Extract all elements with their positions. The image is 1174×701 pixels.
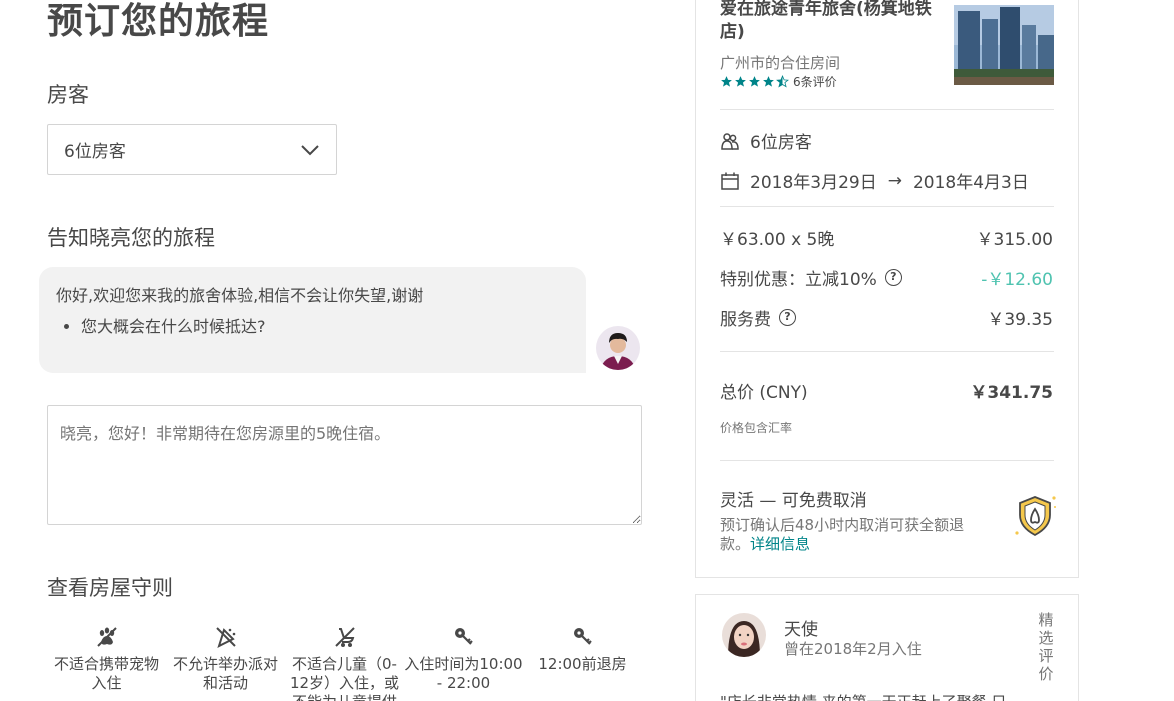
shield-icon <box>1015 496 1056 537</box>
total-label: 总价 (CNY) <box>720 383 808 403</box>
summary-dates: 2018年3月29日 → 2018年4月3日 <box>720 168 1029 193</box>
no-pets-icon <box>96 627 117 647</box>
service-fee-label: 服务费 <box>720 310 771 330</box>
star-icon <box>735 76 746 87</box>
listing-type: 广州市的合住房间 <box>720 54 841 72</box>
rule-label: 12:00前退房 <box>538 655 627 673</box>
divider <box>720 109 1054 110</box>
review-text: "店长非常热情,来的第一天正赶上了聚餐,只 <box>720 691 1054 701</box>
no-parties-icon <box>215 627 236 648</box>
half-star-icon <box>776 75 789 88</box>
listing-rating: 6条评价 <box>720 73 837 90</box>
discount-value: -￥12.60 <box>981 270 1053 290</box>
service-fee-row: 服务费 ? <box>720 305 796 330</box>
host-question: 您大概会在什么时候抵达? <box>81 316 569 338</box>
cancellation-title: 灵活 — 可免费取消 <box>720 491 867 511</box>
rule-no-parties: 不允许举办派对和活动 <box>166 625 285 693</box>
listing-name[interactable]: 爱在旅途青年旅舍(杨箕地铁店) <box>720 0 942 44</box>
discount-label: 特别优惠：立减10% <box>720 270 877 290</box>
summary-guests-text: 6位房客 <box>750 133 812 153</box>
rule-label: 不适合携带宠物入住 <box>53 655 159 692</box>
guest-count-select[interactable]: 6位房客 <box>47 124 337 175</box>
cancellation-details-link[interactable]: 详细信息 <box>750 535 810 553</box>
host-message-bubble: 你好,欢迎您来我的旅舍体验,相信不会让你失望,谢谢 您大概会在什么时候抵达? <box>39 267 586 373</box>
checkin-date: 2018年3月29日 <box>750 173 877 193</box>
star-icon <box>749 76 760 87</box>
help-icon[interactable]: ? <box>884 269 902 286</box>
host-question-list: 您大概会在什么时候抵达? <box>56 316 569 338</box>
trip-heading: 告知晓亮您的旅程 <box>47 226 215 250</box>
star-icon <box>721 76 732 87</box>
featured-review-tag: 精选评价 <box>1038 611 1054 683</box>
checkout-date: 2018年4月3日 <box>912 173 1029 193</box>
service-fee-value: ￥39.35 <box>987 310 1053 330</box>
star-icon <box>763 76 774 87</box>
reviewer-name: 天使 <box>784 620 818 640</box>
divider <box>720 351 1054 352</box>
calendar-icon <box>721 172 739 190</box>
rule-label: 不允许举办派对和活动 <box>172 655 278 692</box>
cancellation-description: 预订确认后48小时内取消可获全额退款。详细信息 <box>720 516 984 554</box>
summary-guests: 6位房客 <box>720 128 812 153</box>
guests-icon <box>721 132 739 150</box>
rule-label: 不适合儿童（0-12岁）入住，或不能为儿童提供 <box>289 655 400 701</box>
nightly-rate-value: ￥315.00 <box>976 230 1053 250</box>
divider <box>720 206 1054 207</box>
reviewer-avatar[interactable] <box>722 613 766 657</box>
arrow-right-icon: → <box>887 170 902 191</box>
rule-label: 入住时间为10:00 - 22:00 <box>404 655 523 692</box>
listing-photo <box>954 5 1054 85</box>
host-avatar[interactable] <box>596 326 640 370</box>
rule-checkout-time: 12:00前退房 <box>523 625 642 674</box>
key-icon <box>454 628 473 645</box>
page-title: 预订您的旅程 <box>47 1 270 42</box>
no-children-icon <box>334 627 355 647</box>
review-count[interactable]: 6条评价 <box>793 73 837 90</box>
guest-count-value: 6位房客 <box>64 142 126 162</box>
total-value: ￥341.75 <box>970 383 1053 403</box>
guests-heading: 房客 <box>47 83 89 107</box>
divider <box>720 460 1054 461</box>
house-rules-heading: 查看房屋守则 <box>47 576 173 600</box>
rule-no-pets: 不适合携带宠物入住 <box>47 625 166 693</box>
review-stay-date: 曾在2018年2月入住 <box>784 640 922 658</box>
price-note: 价格包含汇率 <box>720 421 793 435</box>
key-icon <box>573 628 592 645</box>
chevron-down-icon <box>301 144 319 155</box>
help-icon[interactable]: ? <box>779 309 796 326</box>
rule-checkin-time: 入住时间为10:00 - 22:00 <box>404 625 523 693</box>
message-to-host-input[interactable] <box>47 405 642 525</box>
host-message: 你好,欢迎您来我的旅舍体验,相信不会让你失望,谢谢 <box>56 286 424 305</box>
rule-no-children: 不适合儿童（0-12岁）入住，或不能为儿童提供 <box>285 625 404 701</box>
nightly-rate-label: ￥63.00 x 5晚 <box>720 230 835 250</box>
discount-row: 特别优惠：立减10% ? <box>720 265 902 290</box>
